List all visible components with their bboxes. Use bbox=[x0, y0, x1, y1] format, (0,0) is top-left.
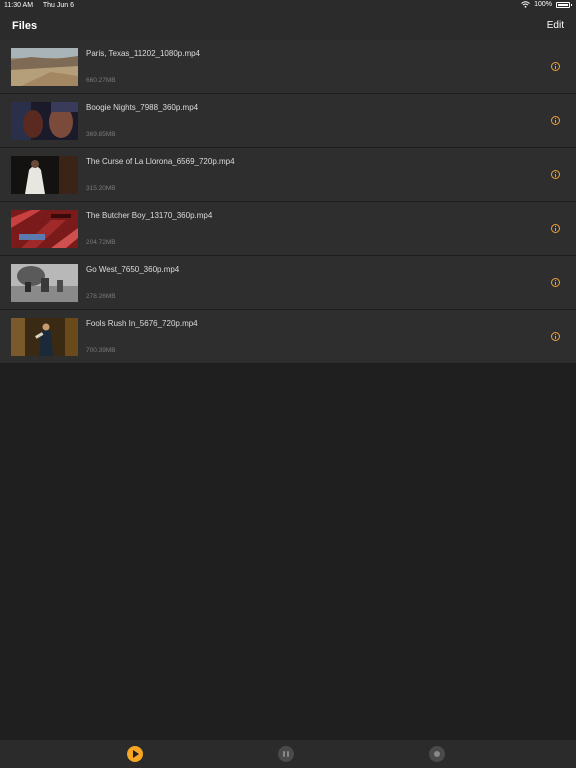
edit-button[interactable]: Edit bbox=[547, 20, 564, 31]
file-name: Go West_7650_360p.mp4 bbox=[86, 265, 180, 274]
info-icon[interactable] bbox=[551, 116, 560, 125]
video-thumbnail[interactable] bbox=[11, 102, 78, 140]
info-icon[interactable] bbox=[551, 224, 560, 233]
video-thumbnail[interactable] bbox=[11, 264, 78, 302]
info-icon[interactable] bbox=[551, 170, 560, 179]
file-row[interactable]: Fools Rush In_5676_720p.mp4 700.39MB bbox=[0, 310, 576, 364]
file-list: Paris, Texas_11202_1080p.mp4 660.27MB Bo… bbox=[0, 40, 576, 364]
file-size: 278.26MB bbox=[86, 293, 116, 300]
battery-icon bbox=[556, 1, 572, 8]
status-bar: 11:30 AM Thu Jun 6 100% bbox=[0, 0, 576, 12]
page-title: Files bbox=[12, 20, 38, 32]
file-size: 660.27MB bbox=[86, 77, 116, 84]
info-icon[interactable] bbox=[551, 62, 560, 71]
nav-bar: Files Edit bbox=[0, 12, 576, 40]
status-left: 11:30 AM Thu Jun 6 bbox=[4, 2, 82, 9]
file-name: The Butcher Boy_13170_360p.mp4 bbox=[86, 211, 213, 220]
file-name: Paris, Texas_11202_1080p.mp4 bbox=[86, 49, 201, 58]
wifi-icon bbox=[521, 1, 530, 8]
file-name: The Curse of La Llorona_6569_720p.mp4 bbox=[86, 157, 235, 166]
video-thumbnail[interactable] bbox=[11, 318, 78, 356]
status-date: Thu Jun 6 bbox=[42, 2, 75, 9]
info-icon[interactable] bbox=[551, 278, 560, 287]
file-row[interactable]: Go West_7650_360p.mp4 278.26MB bbox=[0, 256, 576, 310]
video-thumbnail[interactable] bbox=[11, 210, 78, 248]
file-size: 315.20MB bbox=[86, 185, 116, 192]
video-thumbnail[interactable] bbox=[11, 48, 78, 86]
file-size: 700.39MB bbox=[86, 347, 116, 354]
battery-percent: 100% bbox=[534, 1, 552, 8]
file-row[interactable]: The Butcher Boy_13170_360p.mp4 204.72MB bbox=[0, 202, 576, 256]
file-size: 369.85MB bbox=[86, 131, 116, 138]
settings-icon[interactable] bbox=[429, 746, 445, 762]
file-size: 204.72MB bbox=[86, 239, 116, 246]
file-row[interactable]: The Curse of La Llorona_6569_720p.mp4 31… bbox=[0, 148, 576, 202]
play-icon[interactable] bbox=[127, 746, 143, 762]
video-thumbnail[interactable] bbox=[11, 156, 78, 194]
file-name: Boogie Nights_7988_360p.mp4 bbox=[86, 103, 199, 112]
file-row[interactable]: Paris, Texas_11202_1080p.mp4 660.27MB bbox=[0, 40, 576, 94]
tab-bar bbox=[0, 740, 576, 768]
status-time: 11:30 AM bbox=[4, 2, 34, 9]
file-row[interactable]: Boogie Nights_7988_360p.mp4 369.85MB bbox=[0, 94, 576, 148]
file-name: Fools Rush In_5676_720p.mp4 bbox=[86, 319, 198, 328]
info-icon[interactable] bbox=[551, 332, 560, 341]
audio-icon[interactable] bbox=[278, 746, 294, 762]
status-right: 100% bbox=[521, 1, 572, 8]
